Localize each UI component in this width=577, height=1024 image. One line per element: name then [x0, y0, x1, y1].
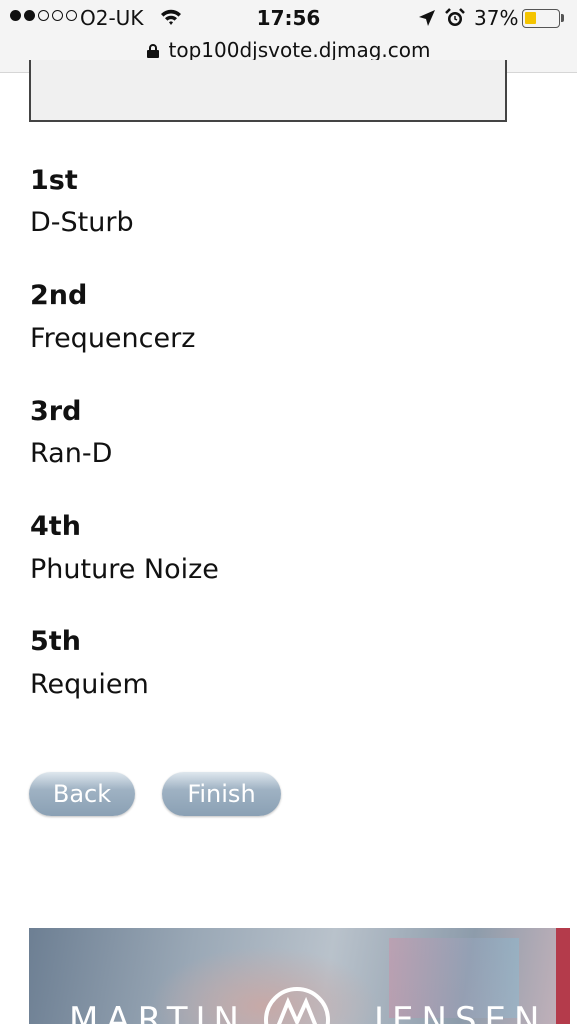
rank-label: 4th [30, 511, 81, 542]
dj-name: Ran-D [30, 438, 113, 469]
battery-level-fill [525, 12, 536, 24]
rank-label: 2nd [30, 280, 88, 311]
lock-icon [146, 44, 159, 58]
battery-percent: 37% [474, 6, 519, 30]
form-box [29, 60, 507, 122]
url-text: top100djsvote.djmag.com [168, 38, 431, 62]
martin-jensen-logo-icon [264, 987, 330, 1024]
rank-label: 3rd [30, 396, 82, 427]
banner-text-left: MARTIN [69, 1000, 247, 1024]
dj-name: Frequencerz [30, 323, 196, 354]
dj-name: Phuture Noize [30, 554, 219, 585]
advert-banner[interactable]: MARTIN JENSEN [29, 928, 570, 1024]
battery-icon [522, 9, 560, 28]
finish-button[interactable]: Finish [162, 772, 281, 816]
rank-label: 1st [30, 165, 78, 196]
dj-name: D-Sturb [30, 207, 134, 238]
status-bar: O2-UK 17:56 37% [0, 0, 577, 38]
url-bar[interactable]: top100djsvote.djmag.com [0, 38, 577, 62]
alarm-icon [445, 8, 465, 26]
location-arrow-icon [419, 10, 435, 26]
banner-text-right: JENSEN [374, 1000, 548, 1024]
rank-label: 5th [30, 626, 81, 657]
dj-name: Requiem [30, 669, 149, 700]
back-button[interactable]: Back [29, 772, 135, 816]
banner-edge-strip [556, 928, 570, 1024]
battery-tip [561, 14, 564, 22]
